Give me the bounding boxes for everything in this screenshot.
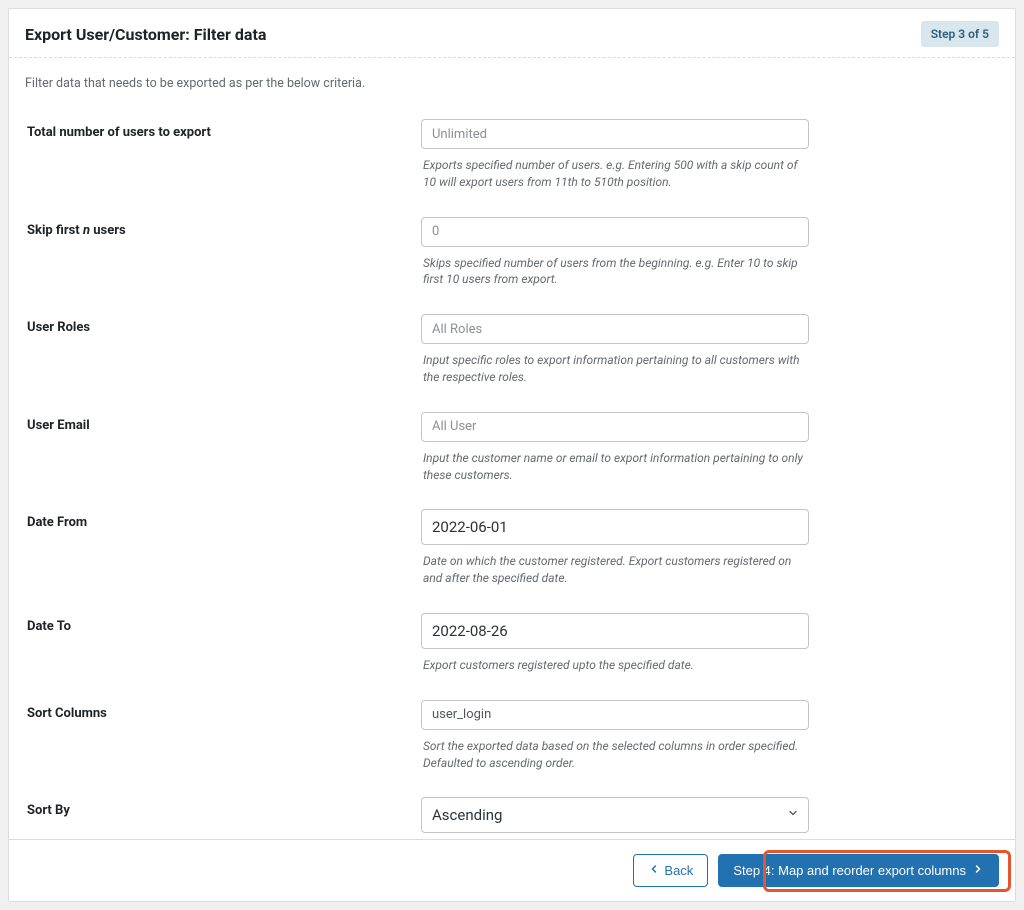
label-user-roles: User Roles xyxy=(25,314,421,335)
back-label: Back xyxy=(664,863,693,878)
label-sort-columns: Sort Columns xyxy=(25,700,421,721)
export-filter-card: Export User/Customer: Filter data Step 3… xyxy=(8,8,1016,902)
help-date-from: Date on which the customer registered. E… xyxy=(421,553,809,587)
label-skip-pre: Skip first xyxy=(27,223,83,238)
label-total-users: Total number of users to export xyxy=(25,119,421,140)
help-user-roles: Input specific roles to export informati… xyxy=(421,352,809,386)
label-sort-by: Sort By xyxy=(25,797,421,818)
help-total-users: Exports specified number of users. e.g. … xyxy=(421,157,809,191)
total-users-input[interactable] xyxy=(421,119,809,149)
back-button[interactable]: Back xyxy=(633,854,708,887)
user-email-input[interactable] xyxy=(421,412,809,442)
label-user-email: User Email xyxy=(25,412,421,433)
page-title: Export User/Customer: Filter data xyxy=(25,25,266,44)
label-date-to: Date To xyxy=(25,613,421,634)
row-date-to: Date To Export customers registered upto… xyxy=(25,613,999,674)
user-roles-input[interactable] xyxy=(421,314,809,344)
chevron-left-icon xyxy=(648,863,660,878)
row-sort-by: Sort By Ascending Defaulted to Ascending… xyxy=(25,797,999,839)
row-date-from: Date From Date on which the customer reg… xyxy=(25,509,999,587)
row-user-roles: User Roles Input specific roles to expor… xyxy=(25,314,999,386)
form-content: Filter data that needs to be exported as… xyxy=(9,58,1015,839)
card-header: Export User/Customer: Filter data Step 3… xyxy=(9,9,1015,58)
help-sort-columns: Sort the exported data based on the sele… xyxy=(421,738,809,772)
next-label: Step 4: Map and reorder export columns xyxy=(733,863,966,878)
help-date-to: Export customers registered upto the spe… xyxy=(421,657,809,674)
row-total-users: Total number of users to export Exports … xyxy=(25,119,999,191)
chevron-right-icon xyxy=(972,863,984,878)
label-skip-em: n xyxy=(83,223,90,238)
skip-users-input[interactable] xyxy=(421,217,809,247)
help-user-email: Input the customer name or email to expo… xyxy=(421,450,809,484)
intro-text: Filter data that needs to be exported as… xyxy=(25,76,999,91)
sort-columns-input[interactable] xyxy=(421,700,809,730)
row-skip-users: Skip first n users Skips specified numbe… xyxy=(25,217,999,289)
step-badge: Step 3 of 5 xyxy=(921,21,999,47)
date-from-input[interactable] xyxy=(421,509,809,545)
next-button[interactable]: Step 4: Map and reorder export columns xyxy=(718,854,999,887)
label-date-from: Date From xyxy=(25,509,421,530)
date-to-input[interactable] xyxy=(421,613,809,649)
label-skip-post: users xyxy=(90,223,126,238)
row-sort-columns: Sort Columns Sort the exported data base… xyxy=(25,700,999,772)
help-skip-users: Skips specified number of users from the… xyxy=(421,255,809,289)
row-user-email: User Email Input the customer name or em… xyxy=(25,412,999,484)
label-skip-users: Skip first n users xyxy=(25,217,421,238)
footer-nav: Back Step 4: Map and reorder export colu… xyxy=(9,839,1015,901)
sort-by-select[interactable]: Ascending xyxy=(421,797,809,833)
